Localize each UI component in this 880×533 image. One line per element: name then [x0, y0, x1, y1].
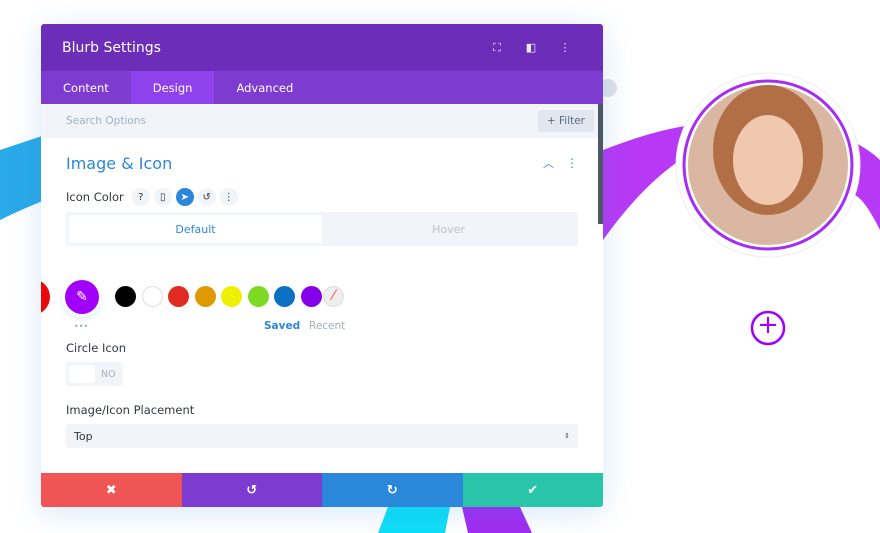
reset-icon[interactable]: ↺ — [197, 188, 216, 206]
add-module-button[interactable]: + — [752, 310, 784, 344]
tab-content[interactable]: Content — [41, 71, 131, 104]
placement-value: Top — [74, 429, 93, 443]
step-badge: 1 — [41, 279, 50, 315]
modal-title: Blurb Settings — [62, 39, 161, 56]
circle-icon-toggle[interactable]: NO — [66, 362, 123, 386]
more-icon[interactable]: ⋮ — [548, 41, 582, 54]
state-default-tab[interactable]: Default — [69, 215, 322, 243]
toggle-value: NO — [101, 368, 116, 380]
filter-button[interactable]: + Filter — [537, 110, 594, 132]
color-palette: 1 ✎ ⁄ ••• Saved Recent — [41, 246, 578, 341]
color-swatch[interactable] — [115, 286, 136, 307]
placement-label: Image/Icon Placement — [66, 403, 195, 417]
chevron-up-icon[interactable]: ︿ — [543, 155, 554, 171]
color-swatch[interactable] — [194, 286, 216, 307]
state-hover-tab[interactable]: Hover — [322, 215, 575, 243]
placement-select[interactable]: Top ⇕ — [66, 424, 578, 448]
select-arrows-icon: ⇕ — [564, 432, 570, 440]
help-icon[interactable]: ? — [131, 188, 150, 206]
mobile-icon[interactable]: ▯ — [153, 188, 172, 206]
section-more-icon[interactable]: ⋮ — [566, 156, 578, 170]
circle-icon-label: Circle Icon — [66, 341, 126, 355]
blurb-settings-modal: Blurb Settings ⛶ ◧ ⋮ Content Design Adva… — [41, 24, 603, 507]
color-swatch[interactable] — [274, 286, 295, 307]
options-icon[interactable]: ⋮ — [219, 188, 238, 206]
color-swatch[interactable] — [221, 286, 242, 307]
fullscreen-icon[interactable]: ⛶ — [480, 41, 514, 55]
eyedropper-icon: ✎ — [76, 289, 88, 305]
split-view-icon[interactable]: ◧ — [514, 41, 548, 54]
more-colors-icon[interactable]: ••• — [74, 322, 88, 331]
redo-button[interactable]: ↻ — [322, 473, 463, 507]
save-button[interactable]: ✔ — [462, 473, 603, 507]
cancel-button[interactable]: ✖ — [41, 473, 182, 507]
color-swatch[interactable] — [168, 286, 189, 307]
modal-header: Blurb Settings ⛶ ◧ ⋮ — [41, 24, 603, 71]
tab-advanced[interactable]: Advanced — [214, 71, 315, 104]
color-swatch[interactable] — [247, 286, 269, 307]
tab-design[interactable]: Design — [130, 71, 215, 104]
color-swatch[interactable] — [300, 286, 322, 307]
section-title[interactable]: Image & Icon — [66, 154, 543, 173]
cursor-icon[interactable]: ➤ — [175, 188, 194, 206]
color-swatch[interactable] — [141, 286, 163, 307]
search-input[interactable]: Search Options — [66, 115, 538, 127]
saved-tab[interactable]: Saved — [264, 320, 300, 332]
swatch-none[interactable]: ⁄ — [323, 286, 344, 307]
color-picker-button[interactable]: ✎ — [65, 280, 99, 314]
icon-color-label: Icon Color — [66, 190, 124, 204]
recent-tab[interactable]: Recent — [309, 320, 345, 332]
undo-button[interactable]: ↺ — [181, 473, 322, 507]
